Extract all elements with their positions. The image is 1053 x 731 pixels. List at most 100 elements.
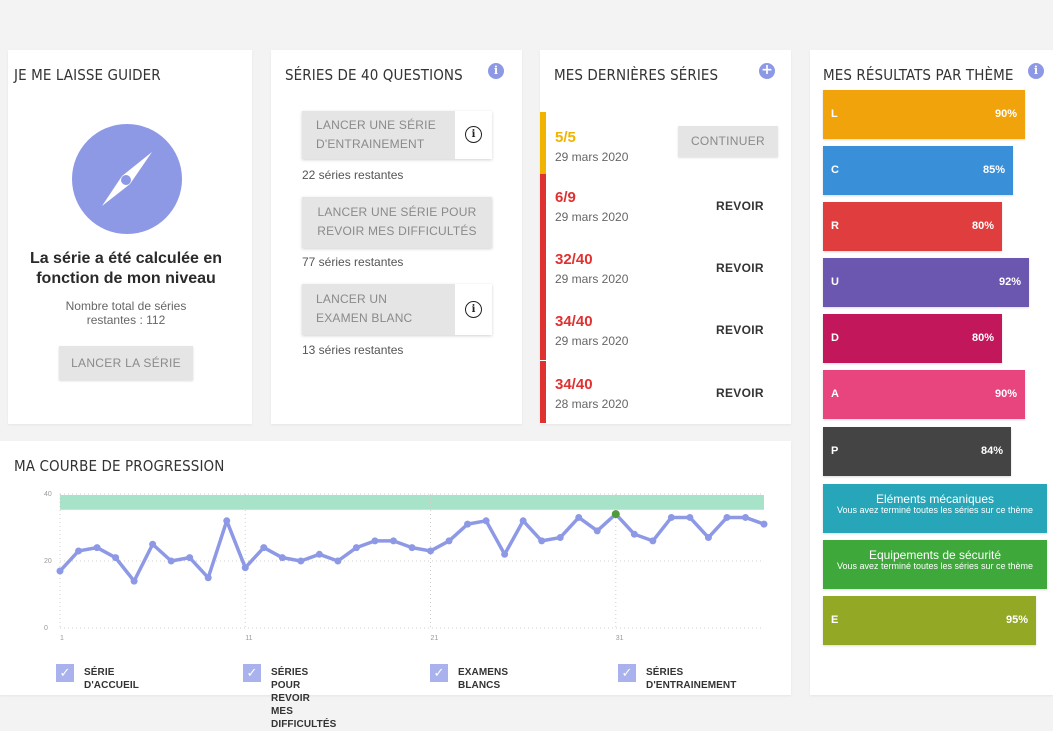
data-point xyxy=(482,517,490,525)
data-point xyxy=(334,557,342,565)
theme-letter: E xyxy=(831,614,839,626)
guide-title: JE ME LAISSE GUIDER xyxy=(14,66,161,84)
theme-percent: 84% xyxy=(980,445,1003,457)
checkbox-checked-icon[interactable]: ✓ xyxy=(618,664,636,682)
serie-date: 29 mars 2020 xyxy=(555,210,629,224)
info-icon[interactable]: i xyxy=(488,63,504,79)
guide-total-remaining: Nombre total de séries restantes : 112 xyxy=(65,299,187,327)
launch-exam-button[interactable]: LANCER UN EXAMEN BLANC i xyxy=(302,284,492,335)
theme-letter: C xyxy=(831,164,839,176)
theme-bar-u[interactable]: U 92% xyxy=(823,258,1029,307)
checkbox-checked-icon[interactable]: ✓ xyxy=(430,664,448,682)
data-point xyxy=(519,517,527,525)
status-bar xyxy=(540,236,546,298)
data-point xyxy=(445,537,453,545)
data-point xyxy=(427,547,435,555)
data-point xyxy=(186,554,194,562)
status-bar xyxy=(540,361,546,423)
data-point xyxy=(278,554,286,562)
x-tick-label: 1 xyxy=(60,635,64,642)
info-icon[interactable]: i xyxy=(1028,63,1044,79)
theme-bar-e[interactable]: E 95% xyxy=(823,596,1036,645)
data-point xyxy=(371,537,379,545)
launch-training-button[interactable]: LANCER UNE SÉRIE D'ENTRAINEMENT i xyxy=(302,111,492,159)
theme-letter: L xyxy=(831,108,838,120)
theme-percent: 85% xyxy=(982,164,1005,176)
review-button[interactable]: REVOIR xyxy=(716,323,764,337)
plus-icon[interactable]: + xyxy=(759,63,775,79)
data-point xyxy=(501,550,509,558)
x-tick-label: 11 xyxy=(245,635,252,642)
data-point xyxy=(593,527,601,535)
target-band xyxy=(60,495,764,510)
review-button[interactable]: REVOIR xyxy=(716,386,764,400)
theme-bar-d[interactable]: D 80% xyxy=(823,314,1002,363)
exam-remaining: 13 séries restantes xyxy=(302,343,404,357)
data-point xyxy=(389,537,397,545)
y-tick-label: 40 xyxy=(44,491,52,498)
serie-date: 29 mars 2020 xyxy=(555,334,629,348)
progression-chart: 020401 11 21 31 xyxy=(44,491,768,642)
theme-done-mechanical[interactable]: Eléments mécaniques Vous avez terminé to… xyxy=(823,484,1047,533)
serie-row: 5/5 29 mars 2020 CONTINUER xyxy=(540,112,791,174)
data-point xyxy=(630,530,638,538)
series40-title: SÉRIES DE 40 QUESTIONS xyxy=(285,66,463,84)
serie-score: 34/40 xyxy=(555,376,593,393)
serie-date: 29 mars 2020 xyxy=(555,272,629,286)
review-button[interactable]: REVOIR xyxy=(716,261,764,275)
checkbox-checked-icon[interactable]: ✓ xyxy=(56,664,74,682)
data-point xyxy=(167,557,175,565)
serie-score: 5/5 xyxy=(555,129,576,146)
difficulties-remaining: 77 séries restantes xyxy=(302,255,404,269)
status-bar xyxy=(540,174,546,236)
status-bar xyxy=(540,112,546,174)
theme-percent: 90% xyxy=(994,388,1017,400)
data-point xyxy=(556,534,564,542)
serie-date: 28 mars 2020 xyxy=(555,397,629,411)
themes-title: MES RÉSULTATS PAR THÈME xyxy=(823,66,1014,84)
x-tick-label: 31 xyxy=(616,635,624,642)
data-point xyxy=(260,544,268,552)
checkbox-checked-icon[interactable]: ✓ xyxy=(243,664,261,682)
data-point xyxy=(112,554,120,562)
data-point xyxy=(741,513,749,521)
status-bar xyxy=(540,298,546,360)
data-point xyxy=(686,513,694,521)
data-point xyxy=(56,567,64,575)
launch-series-button[interactable]: LANCER LA SÉRIE xyxy=(59,346,193,380)
theme-done-safety[interactable]: Equipements de sécurité Vous avez termin… xyxy=(823,540,1047,589)
serie-score: 6/9 xyxy=(555,189,576,206)
theme-percent: 80% xyxy=(971,220,994,232)
theme-percent: 80% xyxy=(971,332,994,344)
launch-difficulties-button[interactable]: LANCER UNE SÉRIE POUR REVOIR MES DIFFICU… xyxy=(302,197,492,248)
info-circle-icon[interactable]: i xyxy=(455,284,492,335)
data-point xyxy=(538,537,546,545)
theme-letter: D xyxy=(831,332,839,344)
theme-percent: 92% xyxy=(998,276,1021,288)
theme-bar-p[interactable]: P 84% xyxy=(823,427,1011,476)
theme-bar-r[interactable]: R 80% xyxy=(823,202,1002,251)
data-point xyxy=(667,513,675,521)
data-point xyxy=(464,520,472,528)
data-point xyxy=(352,544,360,552)
data-point xyxy=(315,550,323,558)
continue-button[interactable]: CONTINUER xyxy=(678,126,778,157)
compass-icon xyxy=(72,124,182,234)
theme-bar-l[interactable]: L 90% xyxy=(823,90,1025,139)
data-point xyxy=(611,510,620,519)
review-button[interactable]: REVOIR xyxy=(716,199,764,213)
data-point xyxy=(149,540,157,548)
data-point xyxy=(130,577,138,585)
theme-bar-c[interactable]: C 85% xyxy=(823,146,1013,195)
info-circle-icon[interactable]: i xyxy=(455,111,492,159)
serie-score: 32/40 xyxy=(555,251,593,268)
data-point xyxy=(649,537,657,545)
theme-bar-a[interactable]: A 90% xyxy=(823,370,1025,419)
data-point xyxy=(241,564,249,572)
serie-row: 32/40 29 mars 2020 REVOIR xyxy=(540,236,791,298)
guide-headline: La série a été calculée en fonction de m… xyxy=(29,250,223,287)
data-point xyxy=(575,513,583,521)
data-point xyxy=(93,544,101,552)
training-remaining: 22 séries restantes xyxy=(302,168,404,182)
theme-letter: P xyxy=(831,445,839,457)
